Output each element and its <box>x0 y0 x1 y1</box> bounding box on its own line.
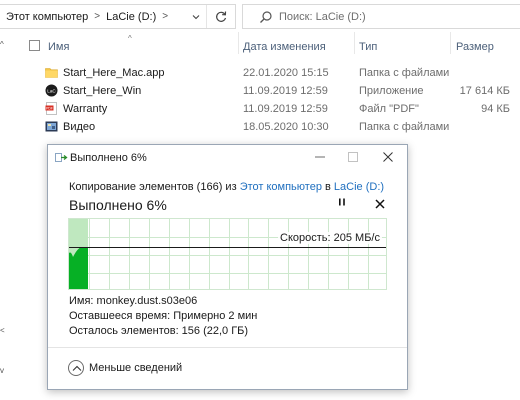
destination-link[interactable]: LaCie (D:) <box>334 181 384 193</box>
file-size: 94 КБ <box>481 103 510 115</box>
svg-text:PDF: PDF <box>46 106 53 110</box>
breadcrumb-this-pc[interactable]: Этот компьютер <box>0 11 88 23</box>
file-date: 11.09.2019 12:59 <box>243 103 328 115</box>
select-all-checkbox[interactable] <box>29 40 40 51</box>
nav-pane-edge-icon: < <box>0 326 5 335</box>
source-link[interactable]: Этот компьютер <box>240 181 322 193</box>
address-bar[interactable]: Этот компьютер > LaCie (D:) > <box>0 4 236 29</box>
file-row[interactable]: Видео 18.05.2020 10:30 Папка с файлами <box>0 118 520 137</box>
file-name-line: Имя: monkey.dust.s03e06 <box>69 295 198 307</box>
nav-pane-edge-icon: v <box>0 366 4 375</box>
dialog-titlebar[interactable]: Выполнено 6% <box>48 145 407 171</box>
pause-icon <box>339 198 345 206</box>
close-icon <box>383 152 393 162</box>
speed-graph-canvas <box>69 219 386 289</box>
column-divider[interactable] <box>238 32 239 54</box>
copy-progress-dialog: Выполнено 6% Копирование элементов (166)… <box>47 144 408 390</box>
svg-text:LaC: LaC <box>47 88 56 93</box>
file-row[interactable]: Start_Here_Mac.app 22.01.2020 15:15 Папк… <box>0 64 520 83</box>
breadcrumb-separator-icon: > <box>162 11 169 22</box>
file-copy-icon <box>55 153 68 162</box>
less-details-link[interactable]: Меньше сведений <box>89 362 182 374</box>
window-close-button[interactable] <box>371 145 405 169</box>
transfer-speed-graph: Скорость: 205 МБ/с <box>68 218 387 290</box>
time-remaining-line: Оставшееся время: Примерно 2 мин <box>69 310 258 322</box>
sort-ascending-icon: ^ <box>128 34 132 43</box>
dialog-footer: Меньше сведений <box>48 347 407 389</box>
cancel-button[interactable] <box>371 195 389 213</box>
copy-in: в <box>325 181 331 193</box>
column-header-type[interactable]: Тип <box>359 41 377 53</box>
file-date: 18.05.2020 10:30 <box>243 121 329 133</box>
column-header-name[interactable]: Имя <box>48 41 69 53</box>
file-size: 17 614 КБ <box>459 85 510 97</box>
chevron-down-icon[interactable] <box>190 11 202 23</box>
file-type: Файл "PDF" <box>359 103 419 115</box>
dialog-title: Выполнено 6% <box>70 152 147 164</box>
maximize-icon <box>348 152 358 162</box>
search-input[interactable] <box>279 10 479 23</box>
copy-prefix: Копирование элементов (166) из <box>69 181 237 193</box>
lacie-app-icon: LaC <box>45 84 58 97</box>
search-box[interactable] <box>242 4 520 29</box>
file-row[interactable]: LaC Start_Here_Win 11.09.2019 12:59 Прил… <box>0 82 520 101</box>
file-name: Start_Here_Win <box>63 85 142 97</box>
column-divider[interactable] <box>450 32 451 54</box>
nav-pane-edge-icon: ^ <box>0 40 4 49</box>
search-icon <box>260 10 272 23</box>
file-name: Видео <box>63 121 96 133</box>
file-row[interactable]: PDF Warranty 11.09.2019 12:59 Файл "PDF"… <box>0 100 520 119</box>
progress-title: Выполнено 6% <box>69 197 167 213</box>
minimize-icon <box>315 156 325 158</box>
copy-description: Копирование элементов (166) из Этот комп… <box>69 181 384 193</box>
file-type: Приложение <box>359 85 424 97</box>
collapse-details-button[interactable] <box>68 360 84 376</box>
file-type: Папка с файлами <box>359 121 450 133</box>
column-header-date[interactable]: Дата изменения <box>243 41 326 53</box>
pause-button[interactable] <box>333 196 351 214</box>
file-name: Warranty <box>63 103 108 115</box>
breadcrumb-drive[interactable]: LaCie (D:) <box>106 11 156 23</box>
refresh-icon[interactable] <box>213 9 229 25</box>
video-folder-icon <box>45 121 58 132</box>
file-date: 11.09.2019 12:59 <box>243 85 328 97</box>
divider <box>206 5 207 28</box>
column-header-size[interactable]: Размер <box>456 41 494 53</box>
file-name: Start_Here_Mac.app <box>63 67 165 79</box>
column-header-row: ^ Имя Дата изменения Тип Размер <box>0 34 520 58</box>
speed-label: Скорость: 205 МБ/с <box>278 232 382 244</box>
minimize-button[interactable] <box>303 145 337 169</box>
chevron-up-icon <box>72 365 82 371</box>
maximize-button[interactable] <box>336 145 370 169</box>
file-date: 22.01.2020 15:15 <box>243 67 329 79</box>
pdf-icon: PDF <box>45 102 57 115</box>
folder-icon <box>45 68 58 78</box>
file-type: Папка с файлами <box>359 67 450 79</box>
cancel-icon <box>375 199 385 209</box>
items-remaining-line: Осталось элементов: 156 (22,0 ГБ) <box>69 325 249 337</box>
column-divider[interactable] <box>354 32 355 54</box>
breadcrumb-separator-icon: > <box>94 11 101 22</box>
